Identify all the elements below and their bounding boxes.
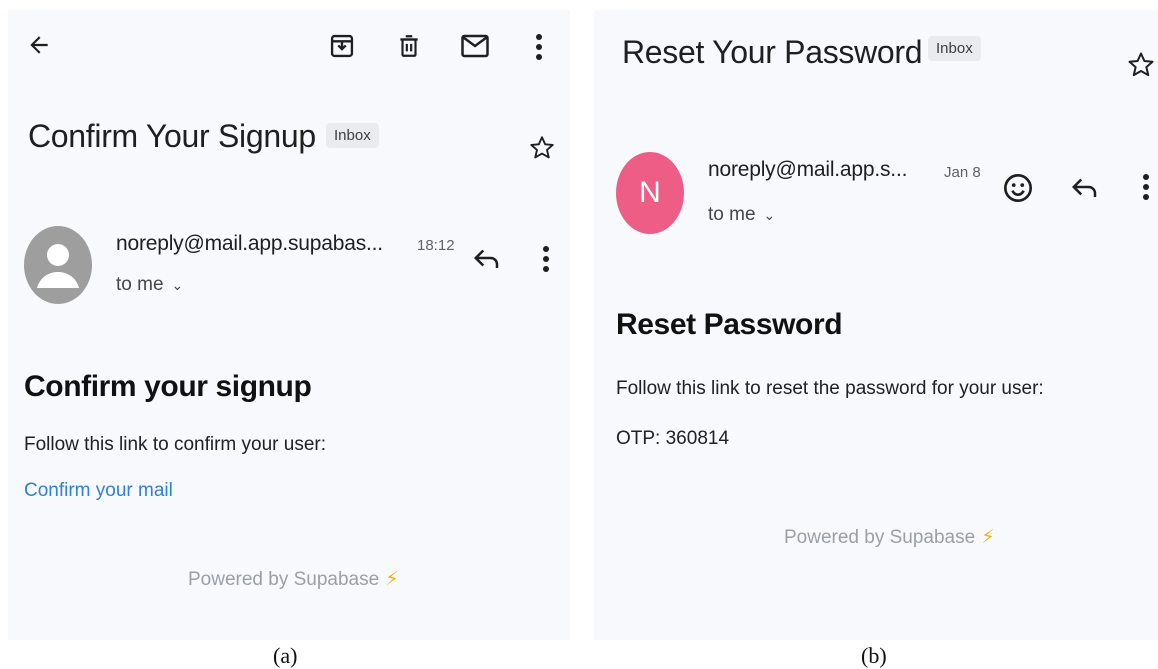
emoji-icon[interactable] xyxy=(1002,172,1034,204)
powered-by-footer: Powered by Supabase ⚡︎ xyxy=(188,568,399,591)
star-icon[interactable] xyxy=(528,134,556,162)
archive-icon[interactable] xyxy=(328,32,356,60)
recipient-label: to me xyxy=(116,274,164,295)
email-view-confirm-signup: Confirm Your Signup Inbox noreply@mail.a… xyxy=(8,10,570,640)
chevron-down-icon: ⌄ xyxy=(171,277,184,293)
sender-address[interactable]: noreply@mail.app.supabas... xyxy=(116,232,383,256)
avatar[interactable] xyxy=(24,226,92,304)
email-time: 18:12 xyxy=(417,237,455,254)
caption-b: (b) xyxy=(861,643,887,668)
recipient-toggle[interactable]: to me ⌄ xyxy=(116,274,183,296)
email-heading: Confirm your signup xyxy=(24,370,312,403)
sender-address[interactable]: noreply@mail.app.s... xyxy=(708,158,907,182)
caption-a: (a) xyxy=(273,643,298,668)
email-subject: Reset Your Password xyxy=(622,34,923,70)
inbox-label-chip[interactable]: Inbox xyxy=(326,123,379,148)
lightning-icon: ⚡︎ xyxy=(981,527,995,548)
mail-icon[interactable] xyxy=(460,33,490,59)
email-subject: Confirm Your Signup xyxy=(28,118,316,154)
recipient-label: to me xyxy=(708,204,756,225)
email-view-reset-password: Reset Your Password Inbox N noreply@mail… xyxy=(594,10,1158,640)
more-vert-icon[interactable] xyxy=(532,32,546,62)
email-body-text: Follow this link to confirm your user: xyxy=(24,434,326,455)
confirm-mail-link[interactable]: Confirm your mail xyxy=(24,480,173,502)
powered-by-text: Powered by Supabase xyxy=(188,569,380,590)
trash-icon[interactable] xyxy=(396,32,422,60)
otp-code: OTP: 360814 xyxy=(616,428,730,449)
recipient-toggle[interactable]: to me ⌄ xyxy=(708,204,775,226)
lightning-icon: ⚡︎ xyxy=(385,569,399,590)
reply-icon[interactable] xyxy=(1070,173,1100,201)
email-body-text: Follow this link to reset the password f… xyxy=(616,378,1044,399)
chevron-down-icon: ⌄ xyxy=(763,207,776,223)
avatar[interactable]: N xyxy=(616,152,684,234)
back-arrow-icon[interactable] xyxy=(26,32,52,58)
more-vert-icon[interactable] xyxy=(539,244,553,274)
more-vert-icon[interactable] xyxy=(1139,172,1153,202)
star-icon[interactable] xyxy=(1126,50,1156,80)
email-time: Jan 8 xyxy=(944,164,981,181)
avatar-letter: N xyxy=(639,176,661,209)
email-heading: Reset Password xyxy=(616,308,843,341)
reply-icon[interactable] xyxy=(472,244,502,272)
powered-by-footer: Powered by Supabase ⚡︎ xyxy=(784,526,995,549)
inbox-label-chip[interactable]: Inbox xyxy=(928,36,981,61)
powered-by-text: Powered by Supabase xyxy=(784,527,976,548)
